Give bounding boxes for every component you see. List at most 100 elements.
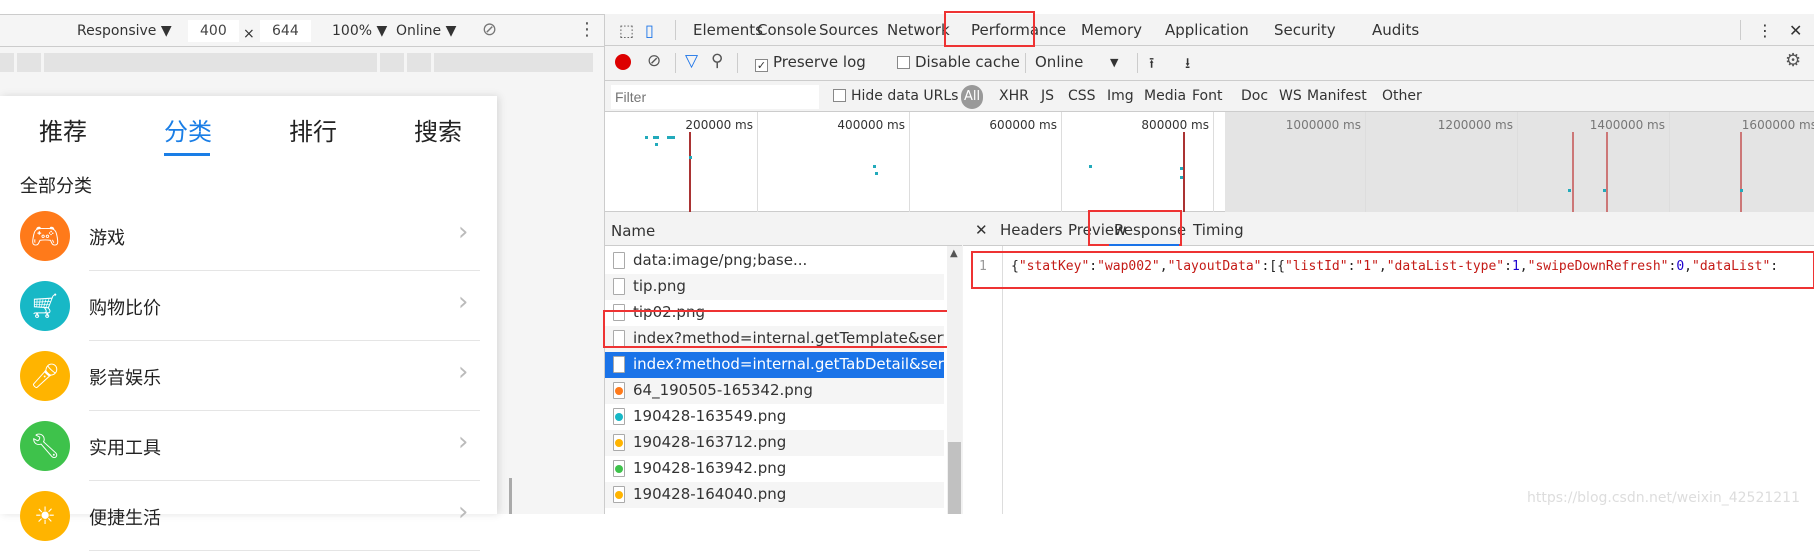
device-select[interactable]: Responsive ▼ <box>77 23 172 39</box>
filter-icon[interactable]: ▽ <box>685 51 698 71</box>
category-label: 实用工具 <box>89 438 161 459</box>
type-filter-all[interactable]: All <box>961 85 983 109</box>
file-icon <box>613 486 625 503</box>
tab-memory[interactable]: Memory <box>1081 21 1142 39</box>
request-name: 190428-164040.png <box>633 485 787 503</box>
tab-sources[interactable]: Sources <box>819 21 878 39</box>
disable-cache-checkbox[interactable]: Disable cache <box>897 53 1020 71</box>
section-title: 全部分类 <box>20 176 92 197</box>
close-icon[interactable]: ✕ <box>975 221 988 239</box>
type-filter-js[interactable]: JS <box>1041 88 1054 104</box>
request-row[interactable]: 190428-163549.png <box>605 404 944 430</box>
more-icon[interactable]: ⋮ <box>578 19 596 40</box>
file-icon <box>613 460 625 477</box>
request-row[interactable]: 64_190505-165342.png <box>605 378 944 404</box>
json-token: , <box>1684 259 1692 274</box>
json-token: "swipeDownRefresh" <box>1527 259 1669 274</box>
json-token: , <box>1159 259 1168 274</box>
type-filter-manifest[interactable]: Manifest <box>1307 88 1367 104</box>
tab-security[interactable]: Security <box>1274 21 1336 39</box>
record-icon[interactable] <box>615 54 631 70</box>
chevron-down-icon[interactable]: ▼ <box>1110 56 1118 69</box>
tab-elements[interactable]: Elements <box>693 21 763 39</box>
checkbox-checked-icon: ✓ <box>755 59 768 72</box>
type-filter-ws[interactable]: WS <box>1279 88 1302 104</box>
selected-request-highlight <box>603 310 956 348</box>
tab-category[interactable]: 分类 <box>164 112 212 147</box>
response-body[interactable]: {"statKey":"wap002","layoutData":[{"list… <box>971 251 1814 289</box>
active-tab-underline <box>164 153 210 156</box>
json-token: "listId" <box>1284 259 1348 274</box>
width-input[interactable]: 400 <box>188 20 239 42</box>
category-label: 影音娱乐 <box>89 368 161 389</box>
tab-application[interactable]: Application <box>1165 21 1249 39</box>
dimension-separator: × <box>243 26 255 42</box>
network-overview-timeline[interactable]: 200000 ms 400000 ms 600000 ms 800000 ms 1000… <box>605 112 1814 212</box>
inspect-element-icon[interactable]: ⬚ <box>619 21 634 40</box>
more-icon[interactable]: ⋮ <box>1757 21 1773 40</box>
search-icon[interactable]: ⚲ <box>711 51 723 71</box>
tab-recommend[interactable]: 推荐 <box>39 112 87 147</box>
category-item[interactable]: 🛒︎ 购物比价 › <box>0 271 480 341</box>
type-filter-css[interactable]: CSS <box>1068 88 1096 104</box>
export-har-icon[interactable]: ⭳ <box>1185 53 1190 78</box>
import-har-icon[interactable]: ⭱ <box>1149 53 1154 78</box>
watermark: https://blog.csdn.net/weixin_42521211 <box>1526 490 1800 506</box>
zoom-select[interactable]: 100% ▼ <box>332 23 387 39</box>
request-row[interactable]: data:image/png;base... <box>605 248 944 274</box>
request-row[interactable]: 190428-164040.png <box>605 482 944 508</box>
file-icon <box>613 356 625 373</box>
height-input[interactable]: 644 <box>260 20 311 42</box>
tab-search[interactable]: 搜索 <box>414 112 462 147</box>
request-name: data:image/png;base... <box>633 251 808 269</box>
scroll-up-icon[interactable]: ▲ <box>950 248 958 259</box>
tab-audits[interactable]: Audits <box>1372 21 1419 39</box>
name-column-header[interactable]: Name <box>605 214 962 246</box>
tab-network[interactable]: Network <box>887 21 950 39</box>
category-item[interactable]: 🎤︎ 影音娱乐 › <box>0 341 480 411</box>
category-item[interactable]: ☀ 便捷生活 › <box>0 481 480 551</box>
throttle-select[interactable]: Online ▼ <box>396 23 456 39</box>
close-icon[interactable]: ✕ <box>1789 21 1802 40</box>
throttle-select[interactable]: Online <box>1035 53 1083 71</box>
category-label: 购物比价 <box>89 298 161 319</box>
type-filter-other[interactable]: Other <box>1382 88 1422 104</box>
type-filter-doc[interactable]: Doc <box>1241 88 1268 104</box>
filter-input[interactable] <box>611 85 819 109</box>
timeline-tick-label: 800000 ms <box>1141 118 1209 132</box>
request-list-scrollbar[interactable]: ▲ <box>947 246 962 514</box>
clear-icon[interactable]: ⊘ <box>647 51 661 71</box>
json-token: : <box>1504 259 1512 274</box>
json-token: 0 <box>1676 259 1685 274</box>
tab-timing[interactable]: Timing <box>1193 221 1244 239</box>
request-row[interactable]: index?method=internal.getTabDetail&servi… <box>605 352 944 378</box>
chevron-right-icon: › <box>458 427 469 457</box>
resize-handle[interactable] <box>509 478 512 514</box>
gamepad-icon: 🎮︎ <box>20 211 70 261</box>
category-item[interactable]: 🎮︎ 游戏 › <box>0 201 480 271</box>
rotate-icon[interactable]: ⊘ <box>482 19 497 40</box>
type-filter-img[interactable]: Img <box>1107 88 1134 104</box>
request-row[interactable]: 190428-163712.png <box>605 430 944 456</box>
request-name: 190428-163942.png <box>633 459 787 477</box>
tab-ranking[interactable]: 排行 <box>289 112 337 147</box>
category-item[interactable]: 🔧︎ 实用工具 › <box>0 411 480 481</box>
json-token: "dataList" <box>1692 259 1771 274</box>
type-filter-font[interactable]: Font <box>1192 88 1222 104</box>
request-row[interactable]: tip.png <box>605 274 944 300</box>
tab-console[interactable]: Console <box>757 21 817 39</box>
device-toolbar: Responsive ▼ 400 × 644 100% ▼ Online ▼ ⊘… <box>0 15 604 47</box>
preserve-log-checkbox[interactable]: ✓ Preserve log <box>755 53 866 72</box>
type-filter-xhr[interactable]: XHR <box>999 88 1029 104</box>
request-detail-pane: ✕ Headers Preview Response Timing 1 {"st… <box>963 210 1814 514</box>
request-row[interactable]: 190428-163942.png <box>605 456 944 482</box>
tab-headers[interactable]: Headers <box>1000 221 1062 239</box>
hide-data-urls-checkbox[interactable]: Hide data URLs <box>833 88 958 104</box>
wrench-icon: 🔧︎ <box>20 421 70 471</box>
settings-gear-icon[interactable]: ⚙ <box>1785 50 1801 71</box>
media-query-ruler[interactable] <box>0 53 593 72</box>
chevron-right-icon: › <box>458 497 469 527</box>
device-toggle-icon[interactable]: ▯ <box>645 21 654 40</box>
microphone-icon: 🎤︎ <box>20 351 70 401</box>
type-filter-media[interactable]: Media <box>1144 88 1186 104</box>
